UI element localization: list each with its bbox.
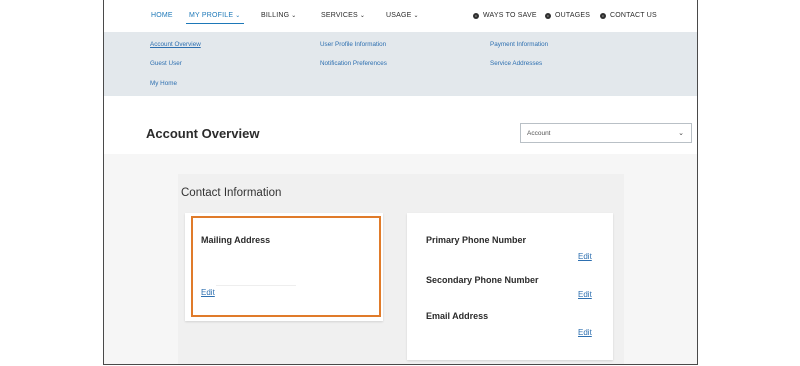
top-navigation: HOME MY PROFILE ⌄ BILLING ⌄ SERVICES ⌄ U… — [104, 0, 697, 32]
nav-outages-label: OUTAGES — [555, 12, 591, 19]
info-circle-icon: • — [545, 12, 551, 19]
email-address-edit-link[interactable]: Edit — [578, 328, 592, 337]
page-header: Account Overview Account ⌄ — [104, 96, 697, 154]
primary-phone-edit-link[interactable]: Edit — [578, 252, 592, 261]
chevron-down-icon: ⌄ — [678, 130, 684, 137]
nav-services-label: SERVICES — [321, 12, 358, 19]
nav-home[interactable]: HOME — [151, 12, 173, 19]
nav-my-profile[interactable]: MY PROFILE ⌄ — [186, 12, 244, 24]
nav-services[interactable]: SERVICES ⌄ — [321, 12, 365, 19]
active-tab-underline — [186, 23, 244, 24]
nav-contact-us[interactable]: • CONTACT US — [600, 12, 657, 19]
account-select-value: Account — [527, 130, 551, 137]
primary-phone-label: Primary Phone Number — [426, 235, 527, 245]
nav-home-label: HOME — [151, 12, 173, 19]
nav-usage[interactable]: USAGE ⌄ — [386, 12, 419, 19]
link-my-home[interactable]: My Home — [150, 80, 177, 87]
secondary-phone-edit-link[interactable]: Edit — [578, 290, 592, 299]
chevron-down-icon: ⌄ — [359, 12, 366, 19]
info-circle-icon: • — [600, 12, 606, 19]
chevron-down-icon: ⌄ — [413, 12, 419, 19]
profile-dropdown-panel: Account Overview Guest User My Home User… — [104, 32, 697, 96]
nav-billing-label: BILLING — [261, 12, 290, 19]
link-account-overview[interactable]: Account Overview — [150, 41, 201, 48]
chevron-down-icon: ⌄ — [235, 12, 241, 19]
nav-contact-us-label: CONTACT US — [610, 12, 657, 19]
link-guest-user[interactable]: Guest User — [150, 60, 182, 67]
nav-usage-label: USAGE — [386, 12, 412, 19]
secondary-phone-label: Secondary Phone Number — [426, 275, 539, 285]
email-address-label: Email Address — [426, 311, 489, 321]
link-service-addresses[interactable]: Service Addresses — [490, 60, 542, 67]
page-title: Account Overview — [146, 126, 260, 141]
link-payment-information[interactable]: Payment Information — [490, 41, 548, 48]
nav-my-profile-label: MY PROFILE — [189, 12, 234, 19]
info-circle-icon: • — [473, 12, 479, 19]
chevron-down-icon: ⌄ — [291, 12, 297, 19]
highlight-box — [191, 216, 381, 317]
nav-outages[interactable]: • OUTAGES — [545, 12, 590, 19]
link-user-profile-information[interactable]: User Profile Information — [320, 41, 386, 48]
nav-ways-to-save-label: WAYS TO SAVE — [483, 12, 537, 19]
browser-frame: HOME MY PROFILE ⌄ BILLING ⌄ SERVICES ⌄ U… — [103, 0, 698, 365]
mailing-address-label: Mailing Address — [201, 235, 271, 245]
mailing-address-edit-link[interactable]: Edit — [201, 288, 215, 297]
nav-ways-to-save[interactable]: • WAYS TO SAVE — [473, 12, 537, 19]
nav-billing[interactable]: BILLING ⌄ — [261, 12, 296, 19]
link-notification-preferences[interactable]: Notification Preferences — [320, 60, 387, 67]
account-select[interactable]: Account ⌄ — [520, 123, 692, 143]
section-title: Contact Information — [181, 187, 282, 199]
